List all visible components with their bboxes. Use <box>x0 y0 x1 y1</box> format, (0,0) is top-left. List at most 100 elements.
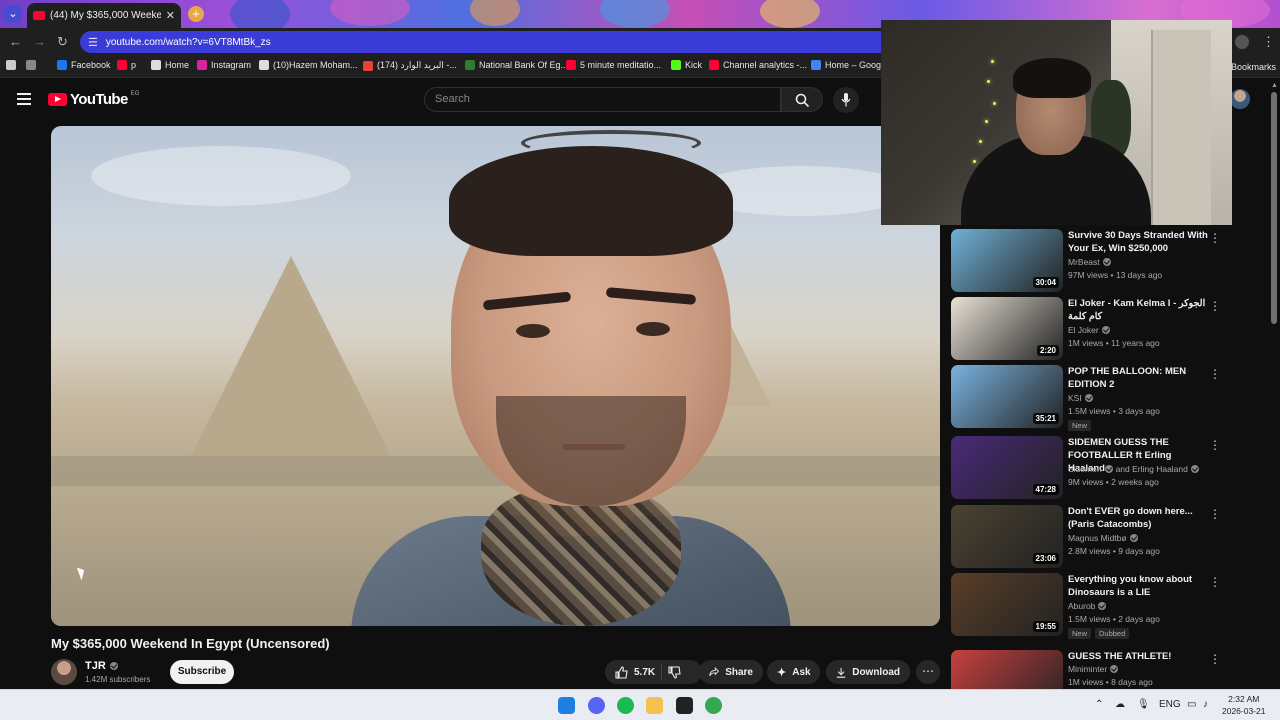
address-bar[interactable]: ☰ youtube.com/watch?v=6VT8MtBk_zs <box>80 31 890 53</box>
site-info-icon[interactable]: ☰ <box>88 36 98 49</box>
bookmark-item[interactable]: Instagram <box>197 60 251 70</box>
volume-icon[interactable]: ♪ <box>1203 699 1208 710</box>
onedrive-icon[interactable]: ☁ <box>1115 699 1125 710</box>
back-icon[interactable]: ← <box>9 34 22 49</box>
video-options-icon[interactable]: ⋮ <box>1209 507 1221 521</box>
video-thumbnail[interactable]: 19:55 <box>951 573 1063 636</box>
recommended-channel[interactable]: El Joker <box>1068 325 1110 335</box>
all-bookmarks-button[interactable]: Bookmarks <box>1231 62 1276 72</box>
youtube-logo[interactable]: YouTube EG <box>48 91 139 108</box>
download-icon <box>836 667 846 678</box>
show-hidden-icons[interactable]: ⌃ <box>1095 699 1103 710</box>
recommended-video-title[interactable]: POP THE BALLOON: MEN EDITION 2 <box>1068 365 1208 391</box>
windows-start-icon[interactable] <box>558 697 575 714</box>
more-actions-button[interactable]: ⋯ <box>916 660 940 684</box>
bookmark-item[interactable]: Facebook <box>57 60 111 70</box>
recommended-channel-name: Miniminter <box>1068 664 1108 674</box>
bookmark-item[interactable]: p <box>117 60 136 70</box>
language-indicator[interactable]: ENG <box>1159 699 1181 710</box>
ask-button[interactable]: ✦ Ask <box>767 660 820 684</box>
recommended-channel-name: Aburob <box>1068 601 1096 611</box>
bookmark-item[interactable]: (174) البريد الوارد -... <box>363 60 457 71</box>
like-count[interactable]: 5.7K <box>634 667 655 678</box>
recommended-channel[interactable]: Miniminter <box>1068 664 1119 674</box>
bookmark-label: 5 minute meditatio... <box>580 60 662 70</box>
video-thumbnail[interactable]: 2:20 <box>951 297 1063 360</box>
spotify-icon[interactable] <box>617 697 634 714</box>
url-text: youtube.com/watch?v=6VT8MtBk_zs <box>105 36 271 48</box>
sparkle-icon: ✦ <box>777 666 787 679</box>
browser-tab-active[interactable]: (44) My $365,000 Weekend In E ✕ <box>27 3 181 28</box>
search-input[interactable]: Search <box>424 87 781 112</box>
download-button[interactable]: Download <box>826 660 910 684</box>
channel-name-text: TJR <box>85 660 106 672</box>
recommended-video-title[interactable]: GUESS THE ATHLETE! <box>1068 650 1208 663</box>
scroll-up-icon[interactable]: ▲ <box>1271 82 1278 89</box>
file-explorer-icon[interactable] <box>646 697 663 714</box>
clock[interactable]: 2:32 AM 2026-03-21 <box>1222 693 1265 717</box>
share-button[interactable]: Share <box>699 660 763 684</box>
recommended-channel[interactable]: Aburob <box>1068 601 1107 611</box>
video-options-icon[interactable]: ⋮ <box>1209 367 1221 381</box>
channel-name[interactable]: TJR <box>85 660 118 672</box>
voice-search-button[interactable] <box>833 87 859 113</box>
verified-icon <box>109 662 118 670</box>
video-thumbnail[interactable]: 23:06 <box>951 505 1063 568</box>
video-options-icon[interactable]: ⋮ <box>1209 438 1221 452</box>
bookmark-item[interactable]: Kick <box>671 60 702 70</box>
recommended-video-meta: 2.8M views • 9 days ago <box>1068 546 1160 556</box>
search-button[interactable] <box>781 87 823 112</box>
recommended-channel[interactable]: MrBeast <box>1068 257 1111 267</box>
browser-menu-icon[interactable]: ⋮ <box>1262 34 1275 50</box>
tab-search-menu-icon[interactable]: ⌄ <box>4 5 22 23</box>
recommended-video-title[interactable]: Survive 30 Days Stranded With Your Ex, W… <box>1068 229 1208 255</box>
subscribe-button[interactable]: Subscribe <box>170 660 234 684</box>
bookmark-item[interactable]: Channel analytics -... <box>709 60 807 70</box>
discord-icon[interactable] <box>588 697 605 714</box>
bookmark-favicon-icon <box>566 60 576 70</box>
video-options-icon[interactable]: ⋮ <box>1209 652 1221 666</box>
close-tab-icon[interactable]: ✕ <box>166 9 175 22</box>
recommended-video-meta: 1M views • 11 years ago <box>1068 338 1160 348</box>
youtube-favicon-icon <box>33 11 45 20</box>
video-duration: 35:21 <box>1032 413 1059 424</box>
video-player[interactable] <box>51 126 940 626</box>
recommended-channel[interactable]: KSI <box>1068 393 1093 403</box>
video-options-icon[interactable]: ⋮ <box>1209 575 1221 589</box>
bookmark-favicon-icon <box>259 60 269 70</box>
video-options-icon[interactable]: ⋮ <box>1209 299 1221 313</box>
thumbs-down-icon[interactable] <box>668 665 681 679</box>
forward-icon[interactable]: → <box>33 34 46 49</box>
page-scrollbar[interactable] <box>1271 92 1277 324</box>
network-icon[interactable]: ▭ <box>1187 699 1196 710</box>
recommended-channel[interactable]: Magnus Midtbø <box>1068 533 1138 543</box>
verified-icon <box>1098 602 1107 610</box>
apps-grid-icon[interactable] <box>26 60 36 70</box>
bookmark-item[interactable]: Home <box>151 60 189 70</box>
video-thumbnail[interactable]: 30:04 <box>951 229 1063 292</box>
new-tab-button[interactable]: + <box>188 6 204 22</box>
bookmark-item[interactable]: 5 minute meditatio... <box>566 60 661 70</box>
tab-actions-icon[interactable] <box>6 60 16 70</box>
thumbs-up-icon[interactable] <box>615 665 628 679</box>
video-duration: 47:28 <box>1032 484 1059 495</box>
recommended-video-title[interactable]: Everything you know about Dinosaurs is a… <box>1068 573 1208 599</box>
video-thumbnail[interactable]: 35:21 <box>951 365 1063 428</box>
video-options-icon[interactable]: ⋮ <box>1209 231 1221 245</box>
microphone-tray-icon[interactable]: 🎙 <box>1137 699 1150 710</box>
chrome-icon[interactable] <box>705 697 722 714</box>
bookmark-label: (10)Hazem Moham... <box>273 60 358 70</box>
channel-avatar[interactable] <box>51 659 77 685</box>
app-icon[interactable] <box>676 697 693 714</box>
account-avatar[interactable] <box>1230 89 1250 109</box>
recommended-channel[interactable]: Sidemen and Erling Haaland <box>1068 464 1199 474</box>
guide-menu-icon[interactable] <box>17 93 31 105</box>
bookmark-item[interactable]: (10)Hazem Moham... <box>259 60 358 70</box>
reload-icon[interactable]: ↻ <box>57 34 68 50</box>
video-thumbnail[interactable]: 47:28 <box>951 436 1063 499</box>
profile-icon[interactable] <box>1235 35 1249 49</box>
bookmark-favicon-icon <box>151 60 161 70</box>
recommended-video-title[interactable]: Don't EVER go down here... (Paris Cataco… <box>1068 505 1208 531</box>
recommended-video-title[interactable]: El Joker - Kam Kelma l الجوكر - كام كلمة <box>1068 297 1208 323</box>
bookmark-item[interactable]: National Bank Of Eg... <box>465 60 568 70</box>
